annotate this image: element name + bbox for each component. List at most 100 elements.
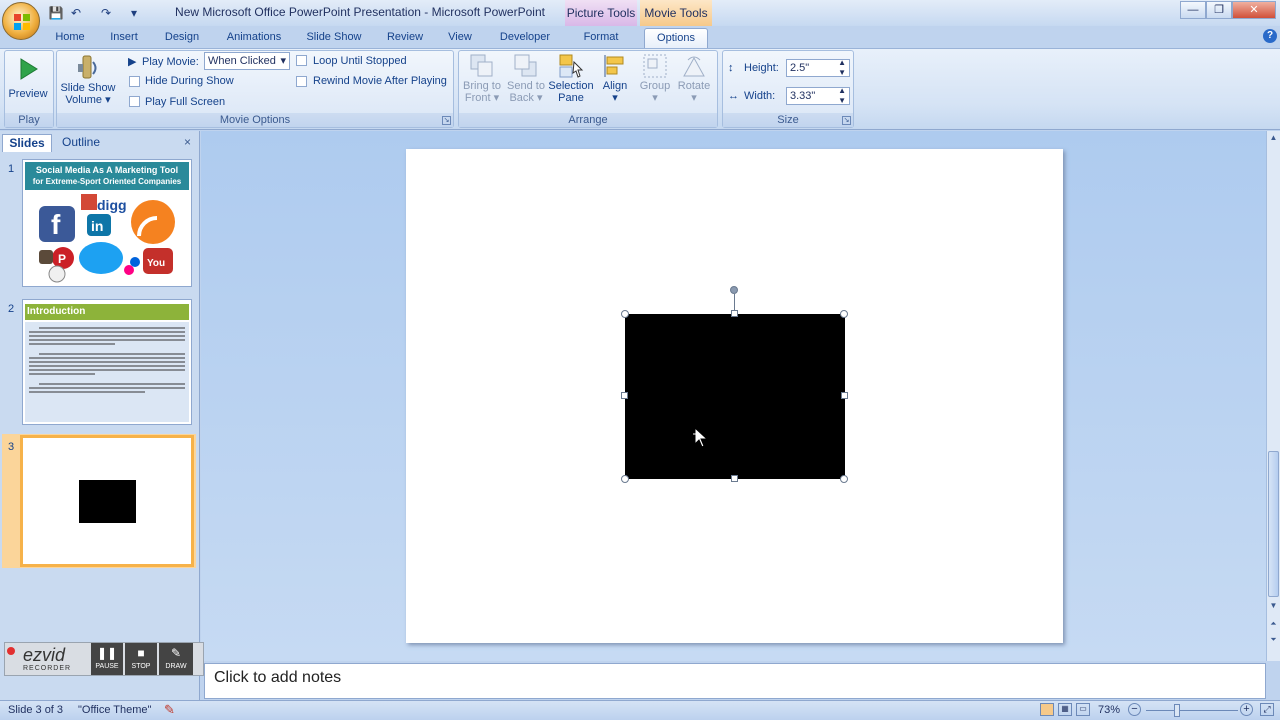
record-indicator-icon xyxy=(7,647,15,655)
play-movie-select[interactable]: When Clicked ▾ xyxy=(204,52,290,70)
resize-handle-bottom-left[interactable] xyxy=(621,475,629,483)
svg-text:f: f xyxy=(51,209,61,240)
resize-handle-bottom[interactable] xyxy=(731,475,738,482)
volume-label-2: Volume ▾ xyxy=(65,94,111,106)
tab-review[interactable]: Review xyxy=(380,28,430,48)
scroll-up-icon[interactable]: ▲ xyxy=(1268,133,1279,145)
slide-show-volume-button[interactable]: Slide Show Volume ▾ xyxy=(58,52,118,112)
svg-text:in: in xyxy=(91,218,103,234)
group-size-label: Size xyxy=(723,113,853,127)
save-icon[interactable]: 💾 xyxy=(48,4,64,22)
play-full-screen-checkbox[interactable] xyxy=(129,96,140,107)
movie-object[interactable] xyxy=(625,314,845,479)
preview-button[interactable]: Preview xyxy=(6,54,50,110)
minimize-button[interactable]: — xyxy=(1180,1,1206,19)
rotate-handle[interactable] xyxy=(730,286,738,294)
width-input[interactable]: 3.33" ▲ ▼ xyxy=(786,86,850,106)
width-value: 3.33" xyxy=(790,90,816,102)
tab-options[interactable]: Options xyxy=(644,28,708,48)
group-label: Group xyxy=(639,80,671,92)
zoom-slider-track[interactable] xyxy=(1146,710,1238,711)
zoom-in-icon[interactable]: + xyxy=(1240,703,1253,716)
previous-slide-icon[interactable]: ⏶ xyxy=(1268,619,1279,631)
play-movie-label: Play Movie: xyxy=(142,56,199,68)
slide-thumbnail-3[interactable] xyxy=(20,435,194,567)
send-back-label-2: Back ▾ xyxy=(509,92,543,104)
draw-button[interactable]: ✎ DRAW xyxy=(159,643,193,675)
draw-label: DRAW xyxy=(165,663,187,670)
width-icon: ↔ xyxy=(728,90,739,102)
slide-indicator: Slide 3 of 3 xyxy=(8,704,64,716)
size-launcher-icon[interactable]: ↘ xyxy=(842,116,851,125)
play-icon xyxy=(20,58,38,80)
movie-options-launcher-icon[interactable]: ↘ xyxy=(442,116,451,125)
slide-thumbnail-2[interactable]: Introduction xyxy=(22,299,192,425)
scroll-down-icon[interactable]: ▼ xyxy=(1268,601,1279,613)
zoom-level[interactable]: 73% xyxy=(1098,704,1120,716)
bring-to-front-button[interactable]: Bring to Front ▾ xyxy=(460,52,504,112)
scroll-thumb[interactable] xyxy=(1268,451,1279,597)
close-button[interactable]: ✕ xyxy=(1232,1,1276,19)
resize-handle-right[interactable] xyxy=(841,392,848,399)
pause-button[interactable]: ❚❚ PAUSE xyxy=(91,643,123,675)
tab-developer[interactable]: Developer xyxy=(490,28,560,48)
vertical-scrollbar[interactable]: ▲ ▼ ⏶ ⏷ xyxy=(1266,131,1280,661)
zoom-out-icon[interactable]: − xyxy=(1128,703,1141,716)
hide-during-show-checkbox[interactable] xyxy=(129,76,140,87)
slide-show-view-icon[interactable]: ▭ xyxy=(1076,703,1090,716)
tab-slides[interactable]: Slides xyxy=(2,134,52,152)
stop-button[interactable]: ■ STOP xyxy=(125,643,157,675)
height-spinner-icon[interactable]: ▲ ▼ xyxy=(838,58,846,78)
loop-until-stopped-label: Loop Until Stopped xyxy=(313,55,407,67)
rotate-button[interactable]: Rotate ▾ xyxy=(674,52,714,112)
tab-view[interactable]: View xyxy=(440,28,480,48)
context-movie-tools: Movie Tools xyxy=(640,0,712,26)
normal-view-icon[interactable] xyxy=(1040,703,1054,716)
pause-label: PAUSE xyxy=(95,663,119,670)
bring-to-front-icon xyxy=(470,54,493,77)
send-to-back-button[interactable]: Send to Back ▾ xyxy=(504,52,548,112)
rewind-checkbox[interactable] xyxy=(296,76,307,87)
play-movie-value: When Clicked xyxy=(208,55,276,67)
width-spinner-icon[interactable]: ▲ ▼ xyxy=(838,86,846,106)
resize-handle-left[interactable] xyxy=(621,392,628,399)
notes-pane[interactable] xyxy=(204,663,1266,699)
group-movie-options-label: Movie Options xyxy=(57,113,453,127)
align-button[interactable]: Align ▾ xyxy=(594,52,636,112)
tab-animations[interactable]: Animations xyxy=(218,28,290,48)
tab-outline[interactable]: Outline xyxy=(54,134,108,152)
customize-qat-icon[interactable]: ▾ xyxy=(128,4,140,22)
close-pane-icon[interactable]: × xyxy=(184,135,191,149)
notes-placeholder: Click to add notes xyxy=(214,669,342,686)
slide-number-1: 1 xyxy=(8,163,15,175)
fit-to-window-icon[interactable]: ⤢ xyxy=(1260,703,1274,716)
zoom-slider-thumb[interactable] xyxy=(1174,704,1180,717)
width-label: Width: xyxy=(744,90,776,102)
resize-handle-top-right[interactable] xyxy=(840,310,848,318)
slide-2-text-lines xyxy=(29,327,185,393)
tab-design[interactable]: Design xyxy=(158,28,206,48)
tab-home[interactable]: Home xyxy=(50,28,90,48)
resize-handle-top[interactable] xyxy=(731,310,738,317)
height-input[interactable]: 2.5" ▲ ▼ xyxy=(786,58,850,78)
slide-sorter-icon[interactable]: ▦ xyxy=(1058,703,1072,716)
rotate-label: Rotate xyxy=(677,80,711,92)
office-button[interactable] xyxy=(2,2,40,40)
selection-pane-button[interactable]: Selection Pane xyxy=(548,52,594,112)
resize-handle-top-left[interactable] xyxy=(621,310,629,318)
help-icon[interactable]: ? xyxy=(1263,29,1277,43)
spell-check-icon[interactable]: ✎ xyxy=(164,702,175,718)
tab-insert[interactable]: Insert xyxy=(102,28,146,48)
send-back-label-1: Send to xyxy=(507,80,545,92)
slide-thumbnail-1[interactable]: Social Media As A Marketing Tool for Ext… xyxy=(22,159,192,287)
undo-icon[interactable]: ↶ xyxy=(68,4,84,22)
maximize-button[interactable]: ❐ xyxy=(1206,1,1232,19)
next-slide-icon[interactable]: ⏷ xyxy=(1268,635,1279,647)
redo-icon[interactable]: ↷ xyxy=(98,4,114,22)
tab-format[interactable]: Format xyxy=(572,28,630,48)
group-play-label: Play xyxy=(5,113,53,127)
resize-handle-bottom-right[interactable] xyxy=(840,475,848,483)
loop-until-stopped-checkbox[interactable] xyxy=(296,55,307,66)
group-button[interactable]: Group ▾ xyxy=(636,52,674,112)
tab-slide-show[interactable]: Slide Show xyxy=(300,28,368,48)
